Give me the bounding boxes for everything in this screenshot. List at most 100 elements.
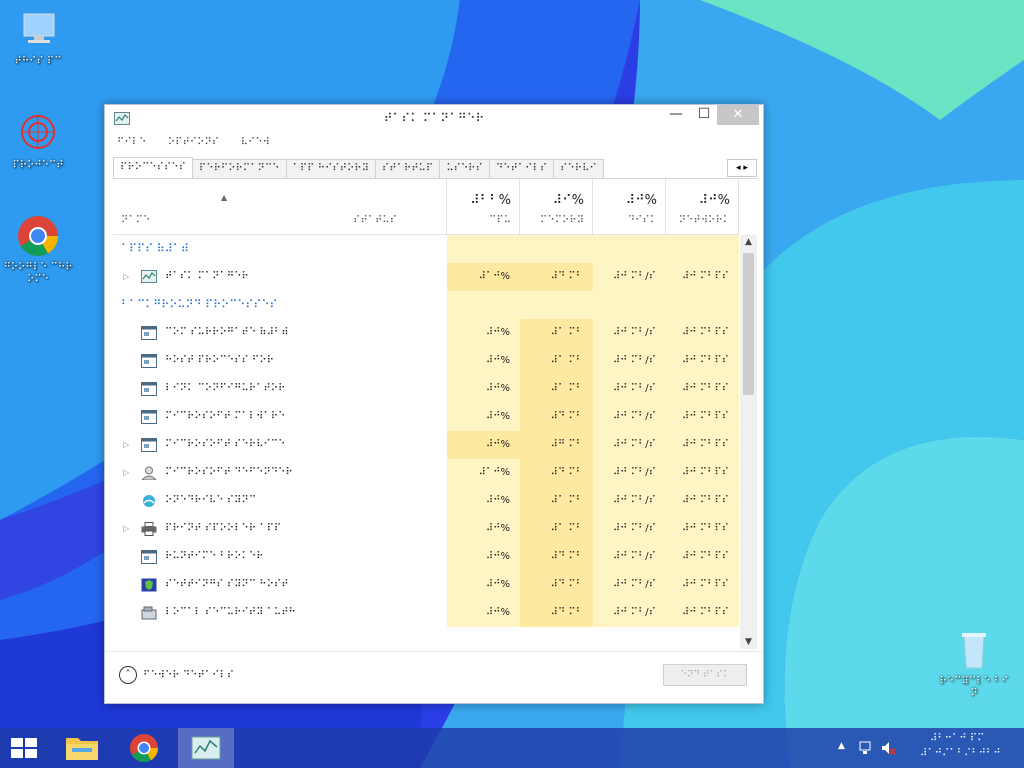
column-header-disk[interactable]: ⠼⠚% ⠙⠊⠎⠅ bbox=[593, 179, 666, 235]
column-header-cpu[interactable]: ⠼⠃⠃% ⠉⠏⠥ bbox=[447, 179, 520, 235]
cell-net: ⠼⠚ ⠍⠃⠏⠎ bbox=[666, 431, 739, 459]
tab-processes[interactable]: ⠏⠗⠕⠉⠑⠎⠎⠑⠎ bbox=[113, 157, 193, 178]
desktop-icon-chrome[interactable]: ⠛⠕⠕⠛⠇⠑ ⠉⠓⠗⠕⠍⠑ bbox=[0, 214, 76, 286]
start-button[interactable] bbox=[0, 728, 48, 768]
desktop-icon-recycle-bin[interactable]: ⠗⠑⠉⠽⠉⠇⠑ ⠃⠊⠝ bbox=[936, 628, 1012, 700]
table-row[interactable]: ▷ ⠍⠊⠉⠗⠕⠎⠕⠋⠞ ⠙⠑⠋⠑⠝⠙⠑⠗⠀⠀ ⠼⠁⠚% ⠼⠙ ⠍⠃ ⠼⠚ ⠍⠃/⠎ ⠼⠚ … bbox=[113, 459, 739, 487]
column-percent: ⠼⠚% bbox=[625, 193, 657, 208]
tab-users[interactable]: ⠥⠎⠑⠗⠎ bbox=[439, 159, 490, 178]
cell-net: ⠼⠚ ⠍⠃⠏⠎ bbox=[666, 319, 739, 347]
column-header-memory[interactable]: ⠼⠊% ⠍⠑⠍⠕⠗⠽ bbox=[520, 179, 593, 235]
cell-disk: ⠼⠚ ⠍⠃/⠎ bbox=[593, 543, 666, 571]
table-row[interactable]: ⠕⠝⠑⠙⠗⠊⠧⠑ ⠎⠽⠝⠉ ⠼⠚% ⠼⠁ ⠍⠃ ⠼⠚ ⠍⠃/⠎ ⠼⠚ ⠍⠃⠏⠎ bbox=[113, 487, 739, 515]
column-label: ⠙⠊⠎⠅ bbox=[627, 215, 657, 226]
process-name: ⠎⠑⠞⠞⠊⠝⠛⠎ ⠎⠽⠝⠉ ⠓⠕⠎⠞⠀⠀ bbox=[165, 579, 304, 590]
desktop-icon-this-pc[interactable]: ⠞⠓⠊⠎ ⠏⠉ bbox=[0, 8, 76, 68]
tab-startup[interactable]: ⠎⠞⠁⠗⠞⠥⠏ bbox=[374, 159, 441, 178]
cell-mem: ⠼⠁ ⠍⠃ bbox=[520, 347, 593, 375]
scrollbar-thumb[interactable] bbox=[743, 253, 754, 395]
table-row[interactable]: ▷ ⠞⠁⠎⠅ ⠍⠁⠝⠁⠛⠑⠗ ⠼⠁⠚% ⠼⠙ ⠍⠃ ⠼⠚ ⠍⠃/⠎ ⠼⠚ ⠍⠃⠏⠎ bbox=[113, 263, 739, 291]
cell-disk: ⠼⠚ ⠍⠃/⠎ bbox=[593, 403, 666, 431]
tab-app-history[interactable]: ⠁⠏⠏ ⠓⠊⠎⠞⠕⠗⠽ bbox=[285, 159, 376, 178]
clock-date[interactable]: ⠼⠁⠚⠌⠁⠃⠌⠃⠚⠃⠚ bbox=[920, 748, 1001, 759]
clock-time[interactable]: ⠼⠃⠒⠁⠚ ⠏⠍ bbox=[930, 733, 984, 744]
column-label: ⠉⠏⠥ bbox=[489, 215, 511, 226]
expand-arrow-icon[interactable]: ▷ bbox=[123, 431, 129, 459]
app-icon bbox=[141, 550, 157, 564]
desktop-icon-project[interactable]: ⠏⠗⠕⠚⠑⠉⠞ bbox=[0, 112, 76, 172]
tab-bar: ⠏⠗⠕⠉⠑⠎⠎⠑⠎ ⠏⠑⠗⠋⠕⠗⠍⠁⠝⠉⠑ ⠁⠏⠏ ⠓⠊⠎⠞⠕⠗⠽ ⠎⠞⠁⠗⠞⠥⠏ ⠥⠎… bbox=[113, 157, 757, 179]
app-icon bbox=[141, 410, 157, 424]
menu-view[interactable]: ⠧⠊⠑⠺ bbox=[229, 133, 276, 148]
process-name: ⠉⠕⠍ ⠎⠥⠗⠗⠕⠛⠁⠞⠑ ⠷⠼⠃⠾ bbox=[165, 327, 289, 338]
cell-mem: ⠼⠙ ⠍⠃ bbox=[520, 599, 593, 627]
cell-disk: ⠼⠚ ⠍⠃/⠎ bbox=[593, 515, 666, 543]
maximize-button[interactable]: ☐ bbox=[689, 105, 719, 125]
process-table: ▲ ⠝⠁⠍⠑ ⠎⠞⠁⠞⠥⠎ ⠼⠃⠃% ⠉⠏⠥ ⠼⠊% ⠍⠑⠍⠕⠗⠽ ⠼⠚% ⠙⠊… bbox=[113, 179, 757, 649]
table-row[interactable]: ▷ ⠏⠗⠊⠝⠞ ⠎⠏⠕⠕⠇⠑⠗ ⠁⠏⠏⠀⠀ ⠼⠚% ⠼⠁ ⠍⠃ ⠼⠚ ⠍⠃/⠎ ⠼⠚ ⠍⠃… bbox=[113, 515, 739, 543]
scroll-down-icon[interactable]: ▼ bbox=[740, 637, 757, 647]
tab-services[interactable]: ⠎⠑⠗⠧⠊ bbox=[553, 159, 604, 178]
process-name: ⠕⠝⠑⠙⠗⠊⠧⠑ ⠎⠽⠝⠉ bbox=[165, 495, 257, 506]
tab-scroll-buttons[interactable]: ◂ ▸ bbox=[727, 159, 757, 177]
cell-mem: ⠼⠁ ⠍⠃ bbox=[520, 487, 593, 515]
process-name: ⠗⠥⠝⠞⠊⠍⠑ ⠃⠗⠕⠅⠑⠗⠀⠀ bbox=[165, 551, 279, 562]
process-name: ⠞⠁⠎⠅ ⠍⠁⠝⠁⠛⠑⠗ bbox=[165, 271, 249, 282]
expand-arrow-icon[interactable]: ▷ bbox=[123, 263, 129, 291]
tab-details[interactable]: ⠙⠑⠞⠁⠊⠇⠎ bbox=[488, 159, 555, 178]
column-label: ⠎⠞⠁⠞⠥⠎ bbox=[353, 215, 397, 226]
end-task-button[interactable]: ⠑⠝⠙ ⠞⠁⠎⠅ bbox=[663, 664, 747, 686]
column-percent: ⠼⠃⠃% bbox=[470, 193, 511, 208]
process-name: ⠏⠗⠊⠝⠞ ⠎⠏⠕⠕⠇⠑⠗ ⠁⠏⠏⠀⠀ bbox=[165, 523, 296, 534]
network-icon[interactable] bbox=[858, 740, 874, 756]
close-button[interactable]: ✕ bbox=[717, 105, 759, 125]
table-row[interactable]: ▷ ⠍⠊⠉⠗⠕⠎⠕⠋⠞ ⠎⠑⠗⠧⠊⠉⠑⠀⠀ ⠼⠚% ⠼⠛ ⠍⠃ ⠼⠚ ⠍⠃/⠎ ⠼⠚ ⠍⠃… bbox=[113, 431, 739, 459]
windows-logo-icon bbox=[11, 738, 37, 758]
cell-mem: ⠼⠙ ⠍⠃ bbox=[520, 459, 593, 487]
vertical-scrollbar[interactable]: ▲ ▼ bbox=[740, 235, 757, 649]
shield-icon bbox=[141, 578, 157, 592]
cell-disk: ⠼⠚ ⠍⠃/⠎ bbox=[593, 319, 666, 347]
taskbar-task-manager[interactable] bbox=[178, 728, 234, 768]
expand-arrow-icon[interactable]: ▷ bbox=[123, 459, 129, 487]
column-label: ⠍⠑⠍⠕⠗⠽ bbox=[540, 215, 584, 226]
process-name: ⠇⠕⠉⠁⠇ ⠎⠑⠉⠥⠗⠊⠞⠽ ⠁⠥⠞⠓ bbox=[165, 607, 296, 618]
table-row[interactable]: ⠇⠊⠝⠅ ⠉⠕⠝⠋⠊⠛⠥⠗⠁⠞⠕⠗⠀⠀ ⠼⠚% ⠼⠁ ⠍⠃ ⠼⠚ ⠍⠃/⠎ ⠼⠚ ⠍⠃⠏… bbox=[113, 375, 739, 403]
taskbar-chrome[interactable] bbox=[120, 728, 168, 768]
column-header-status[interactable]: ⠎⠞⠁⠞⠥⠎ bbox=[345, 179, 447, 235]
cell-disk: ⠼⠚ ⠍⠃/⠎ bbox=[593, 375, 666, 403]
app-icon bbox=[141, 382, 157, 396]
volume-muted-icon[interactable] bbox=[880, 740, 896, 756]
group-title: ⠁⠏⠏⠎ ⠷⠼⠁⠾ bbox=[121, 242, 189, 255]
printer-icon bbox=[141, 522, 157, 536]
table-row[interactable]: ⠗⠥⠝⠞⠊⠍⠑ ⠃⠗⠕⠅⠑⠗⠀⠀ ⠼⠚% ⠼⠙ ⠍⠃ ⠼⠚ ⠍⠃/⠎ ⠼⠚ ⠍⠃⠏⠎ bbox=[113, 543, 739, 571]
process-name: ⠍⠊⠉⠗⠕⠎⠕⠋⠞ ⠎⠑⠗⠧⠊⠉⠑⠀⠀ bbox=[165, 439, 301, 450]
table-row[interactable]: ⠎⠑⠞⠞⠊⠝⠛⠎ ⠎⠽⠝⠉ ⠓⠕⠎⠞⠀⠀ ⠼⠚% ⠼⠙ ⠍⠃ ⠼⠚ ⠍⠃/⠎ ⠼⠚ ⠍⠃… bbox=[113, 571, 739, 599]
group-header-apps[interactable]: ⠁⠏⠏⠎ ⠷⠼⠁⠾ bbox=[113, 235, 739, 263]
fewer-details-button[interactable]: ˄ ⠋⠑⠺⠑⠗ ⠙⠑⠞⠁⠊⠇⠎ bbox=[119, 666, 234, 686]
tab-performance[interactable]: ⠏⠑⠗⠋⠕⠗⠍⠁⠝⠉⠑ bbox=[191, 159, 287, 178]
cell-net: ⠼⠚ ⠍⠃⠏⠎ bbox=[666, 571, 739, 599]
taskbar-file-explorer[interactable] bbox=[58, 728, 106, 768]
title-bar[interactable]: ⠞⠁⠎⠅ ⠍⠁⠝⠁⠛⠑⠗ — ☐ ✕ bbox=[105, 105, 763, 133]
cell-net: ⠼⠚ ⠍⠃⠏⠎ bbox=[666, 599, 739, 627]
minimize-button[interactable]: — bbox=[661, 105, 691, 125]
task-manager-icon bbox=[141, 270, 157, 284]
column-header-name[interactable]: ▲ ⠝⠁⠍⠑ bbox=[113, 179, 345, 235]
table-row[interactable]: ⠉⠕⠍ ⠎⠥⠗⠗⠕⠛⠁⠞⠑ ⠷⠼⠃⠾ ⠼⠚% ⠼⠁ ⠍⠃ ⠼⠚ ⠍⠃/⠎ ⠼⠚ ⠍⠃⠏⠎ bbox=[113, 319, 739, 347]
group-header-background-processes[interactable]: ⠃⠁⠉⠅⠛⠗⠕⠥⠝⠙ ⠏⠗⠕⠉⠑⠎⠎⠑⠎ bbox=[113, 291, 739, 319]
table-row[interactable]: ⠍⠊⠉⠗⠕⠎⠕⠋⠞ ⠍⠁⠇⠺⠁⠗⠑⠀⠀ ⠼⠚% ⠼⠙ ⠍⠃ ⠼⠚ ⠍⠃/⠎ ⠼⠚ ⠍⠃⠏… bbox=[113, 403, 739, 431]
disk-icon bbox=[141, 606, 157, 620]
expand-arrow-icon[interactable]: ▷ bbox=[123, 515, 129, 543]
cell-cpu: ⠼⠚% bbox=[447, 431, 520, 459]
table-row[interactable]: ⠇⠕⠉⠁⠇ ⠎⠑⠉⠥⠗⠊⠞⠽ ⠁⠥⠞⠓ ⠼⠚% ⠼⠙ ⠍⠃ ⠼⠚ ⠍⠃/⠎ ⠼⠚ ⠍⠃⠏… bbox=[113, 599, 739, 627]
menu-file[interactable]: ⠋⠊⠇⠑ bbox=[105, 133, 152, 148]
column-header-network[interactable]: ⠼⠚% ⠝⠑⠞⠺⠕⠗⠅ bbox=[666, 179, 739, 235]
menu-options[interactable]: ⠕⠏⠞⠊⠕⠝⠎ bbox=[156, 133, 225, 148]
cell-net: ⠼⠚ ⠍⠃⠏⠎ bbox=[666, 375, 739, 403]
cell-mem: ⠼⠁ ⠍⠃ bbox=[520, 375, 593, 403]
scroll-up-icon[interactable]: ▲ bbox=[740, 237, 757, 247]
show-hidden-icons-icon[interactable]: ▲ bbox=[838, 741, 854, 757]
table-row[interactable]: ⠓⠕⠎⠞ ⠏⠗⠕⠉⠑⠎⠎ ⠋⠕⠗⠀⠀ ⠼⠚% ⠼⠁ ⠍⠃ ⠼⠚ ⠍⠃/⠎ ⠼⠚ ⠍⠃⠏⠎ bbox=[113, 347, 739, 375]
cell-disk: ⠼⠚ ⠍⠃/⠎ bbox=[593, 459, 666, 487]
